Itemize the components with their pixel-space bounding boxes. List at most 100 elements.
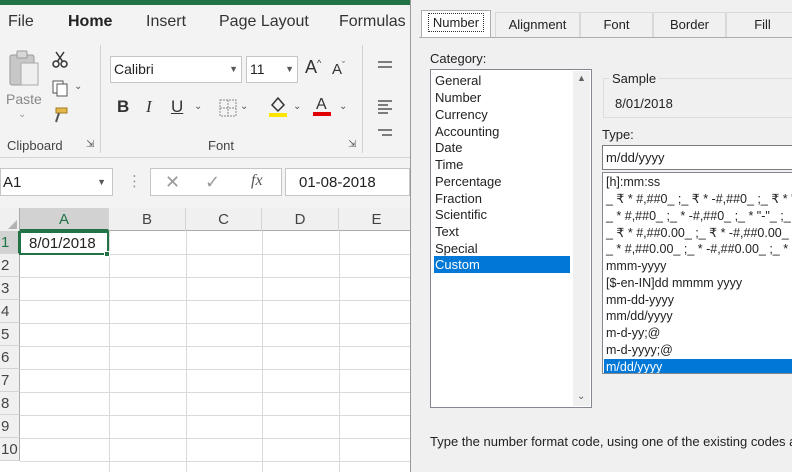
name-box[interactable]: A1 ▼ (0, 168, 113, 196)
cut-icon[interactable] (50, 50, 70, 70)
format-code-list[interactable]: [h]:mm:ss _ ₹ * #,##0_ ;_ ₹ * -#,##0_ ;_… (602, 172, 792, 374)
row-header-1[interactable]: 1 (0, 231, 20, 254)
category-general[interactable]: General (434, 72, 570, 89)
format-code-item-selected[interactable]: m/dd/yyyy (604, 359, 792, 373)
cancel-icon[interactable]: ✕ (165, 172, 180, 193)
formula-input[interactable]: 01-08-2018 (285, 168, 410, 196)
format-code-item[interactable]: _ * #,##0_ ;_ * -#,##0_ ;_ * "-"_ ;_ @_ (604, 208, 792, 225)
row-header-6[interactable]: 6 (0, 346, 20, 369)
row-header-4[interactable]: 4 (0, 300, 20, 323)
category-scientific[interactable]: Scientific (434, 206, 570, 223)
category-number[interactable]: Number (434, 89, 570, 106)
column-header-a[interactable]: A (20, 208, 109, 231)
fill-handle[interactable] (104, 251, 110, 257)
row-header-8[interactable]: 8 (0, 392, 20, 415)
align-top-icon[interactable] (375, 57, 395, 77)
chevron-down-icon[interactable]: ⌄ (293, 101, 301, 112)
sample-value: 8/01/2018 (615, 96, 673, 111)
italic-button[interactable]: I (146, 97, 152, 117)
format-code-item[interactable]: _ * #,##0.00_ ;_ * -#,##0.00_ ;_ * "-"??… (604, 241, 792, 258)
tab-page-layout[interactable]: Page Layout (219, 13, 309, 31)
category-list[interactable]: General Number Currency Accounting Date … (430, 69, 592, 408)
format-code-item[interactable]: _ ₹ * #,##0.00_ ;_ ₹ * -#,##0.00_ ;_ ₹ *… (604, 225, 792, 242)
format-code-item[interactable]: m-d-yy;@ (604, 325, 792, 342)
format-code-item[interactable]: mm-dd-yyyy (604, 292, 792, 309)
scroll-up-icon[interactable]: ▲ (577, 73, 586, 83)
chevron-down-icon[interactable]: ⌄ (18, 109, 26, 120)
decrease-font-icon[interactable]: Aˇ (332, 60, 345, 78)
tab-border[interactable]: Border (653, 12, 726, 38)
type-input[interactable]: m/dd/yyyy (602, 145, 792, 170)
category-label: Category: (430, 51, 487, 66)
dialog-launcher-icon[interactable]: ⇲ (86, 140, 96, 150)
category-date[interactable]: Date (434, 139, 570, 156)
sample-label: Sample (609, 71, 660, 86)
insert-function-button[interactable]: fx (251, 172, 263, 190)
row-header-5[interactable]: 5 (0, 323, 20, 346)
active-cell-a1[interactable]: 8/01/2018 (19, 231, 109, 255)
format-code-item[interactable]: _ ₹ * #,##0_ ;_ ₹ * -#,##0_ ;_ ₹ * "-"_ … (604, 191, 792, 208)
formula-buttons: ✕ ✓ fx (150, 168, 282, 196)
column-header-d[interactable]: D (262, 208, 339, 231)
bold-button[interactable]: B (117, 97, 129, 117)
group-divider (100, 45, 101, 153)
format-code-item[interactable]: [$-en-IN]dd mmmm yyyy (604, 275, 792, 292)
category-percentage[interactable]: Percentage (434, 173, 570, 190)
formula-value: 01-08-2018 (299, 174, 376, 191)
row-header-10[interactable]: 10 (0, 438, 20, 461)
row-gridline (20, 415, 410, 416)
excel-window: File Home Insert Page Layout Formulas Pa… (0, 0, 410, 472)
format-code-item[interactable]: mmm-yyyy (604, 258, 792, 275)
category-accounting[interactable]: Accounting (434, 123, 570, 140)
tab-number[interactable]: Number (421, 10, 491, 38)
font-size-select[interactable]: 11 ▼ (246, 56, 298, 83)
tab-formulas[interactable]: Formulas (339, 13, 406, 31)
tab-home[interactable]: Home (68, 13, 112, 31)
chevron-down-icon[interactable]: ⌄ (240, 101, 248, 112)
column-header-b[interactable]: B (109, 208, 186, 231)
category-custom[interactable]: Custom (434, 256, 570, 273)
tab-file[interactable]: File (8, 13, 34, 31)
borders-icon[interactable] (218, 98, 238, 118)
column-header-e[interactable]: E (339, 208, 410, 231)
row-header-2[interactable]: 2 (0, 254, 20, 277)
tab-fill[interactable]: Fill (726, 12, 792, 38)
worksheet-grid[interactable]: A B C D E 1 2 3 4 5 6 7 8 9 10 8/01/2018 (0, 208, 410, 472)
category-currency[interactable]: Currency (434, 106, 570, 123)
chevron-down-icon[interactable]: ⌄ (194, 101, 202, 112)
paste-icon[interactable] (8, 49, 40, 89)
format-code-item[interactable]: [h]:mm:ss (604, 174, 792, 191)
underline-button[interactable]: U (171, 97, 183, 117)
row-header-7[interactable]: 7 (0, 369, 20, 392)
select-all-button[interactable] (0, 208, 20, 231)
align-left-icon[interactable] (375, 97, 395, 117)
enter-icon[interactable]: ✓ (205, 172, 220, 193)
dialog-launcher-icon[interactable]: ⇲ (348, 140, 358, 150)
category-scrollbar[interactable]: ▲ ⌄ (573, 71, 590, 406)
row-header-9[interactable]: 9 (0, 415, 20, 438)
category-time[interactable]: Time (434, 156, 570, 173)
increase-font-icon[interactable]: A^ (305, 57, 321, 78)
chevron-down-icon[interactable]: ⌄ (74, 81, 82, 92)
fill-color-icon[interactable] (268, 96, 288, 117)
row-header-3[interactable]: 3 (0, 277, 20, 300)
column-header-c[interactable]: C (186, 208, 262, 231)
category-special[interactable]: Special (434, 240, 570, 257)
copy-icon[interactable] (50, 78, 70, 98)
category-fraction[interactable]: Fraction (434, 190, 570, 207)
format-code-item[interactable]: mm/dd/yyyy (604, 308, 792, 325)
category-text[interactable]: Text (434, 223, 570, 240)
indent-icon[interactable] (375, 125, 395, 145)
format-code-item[interactable]: m-d-yyyy;@ (604, 342, 792, 359)
font-family-select[interactable]: Calibri ▼ (110, 56, 242, 83)
tab-insert[interactable]: Insert (146, 13, 186, 31)
font-group-label: Font (208, 138, 235, 153)
chevron-down-icon[interactable]: ⌄ (339, 101, 347, 112)
tab-alignment[interactable]: Alignment (495, 12, 580, 38)
format-painter-icon[interactable] (50, 105, 70, 125)
paste-button[interactable]: Paste (6, 91, 42, 107)
chevron-down-icon: ▼ (97, 177, 106, 187)
tab-font[interactable]: Font (580, 12, 653, 38)
font-color-icon[interactable]: A (312, 95, 332, 116)
scroll-down-icon[interactable]: ⌄ (577, 391, 585, 402)
